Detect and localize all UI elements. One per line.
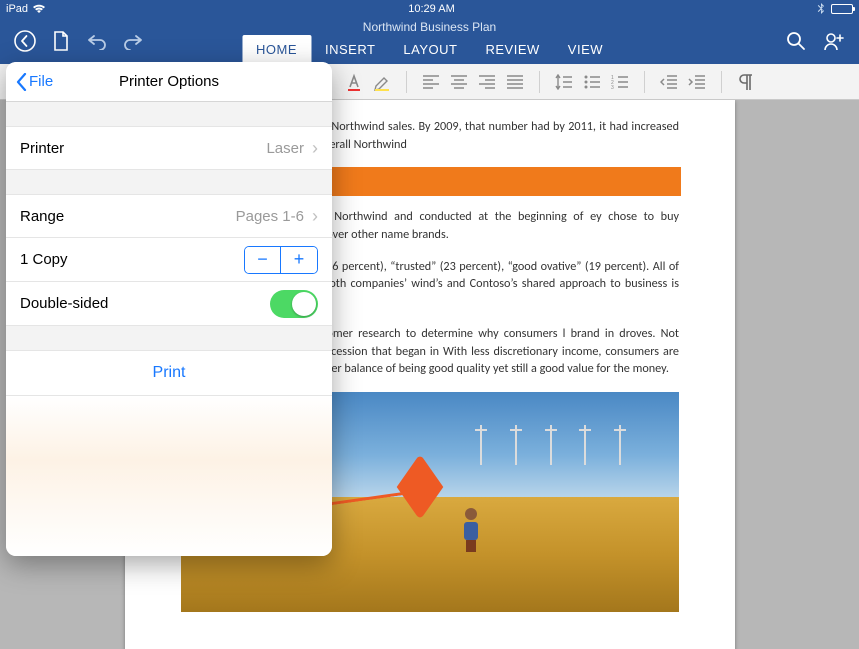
copies-label: 1 Copy	[20, 251, 68, 268]
child-illustration	[460, 508, 482, 550]
status-bar: iPad 10:29 AM	[0, 0, 859, 18]
double-sided-toggle[interactable]	[270, 290, 318, 318]
ribbon-tabs: HOME INSERT LAYOUT REVIEW VIEW	[242, 35, 617, 64]
tab-view[interactable]: VIEW	[554, 35, 617, 64]
separator	[539, 71, 540, 93]
separator	[721, 71, 722, 93]
back-to-file-button[interactable]: File	[6, 73, 63, 91]
chevron-right-icon: ›	[312, 138, 318, 159]
search-button[interactable]	[779, 18, 813, 64]
status-time: 10:29 AM	[46, 3, 817, 15]
align-left-button[interactable]	[417, 68, 445, 96]
numbering-button[interactable]: 123	[606, 68, 634, 96]
copies-row: 1 Copy − +	[6, 238, 332, 282]
tab-insert[interactable]: INSERT	[311, 35, 389, 64]
share-button[interactable]	[817, 18, 851, 64]
file-button[interactable]	[44, 18, 78, 64]
print-button[interactable]: Print	[6, 350, 332, 396]
separator	[644, 71, 645, 93]
font-color-button[interactable]	[340, 68, 368, 96]
printer-value: Laser	[266, 140, 304, 157]
separator	[406, 71, 407, 93]
bluetooth-icon	[817, 3, 825, 15]
tab-home[interactable]: HOME	[242, 35, 311, 64]
line-spacing-button[interactable]	[550, 68, 578, 96]
kite-illustration	[400, 467, 460, 507]
range-value: Pages 1-6	[236, 208, 304, 225]
double-sided-row: Double-sided	[6, 282, 332, 326]
copies-decrement-button[interactable]: −	[245, 247, 281, 273]
svg-text:3: 3	[611, 85, 614, 89]
tab-layout[interactable]: LAYOUT	[389, 35, 471, 64]
back-label: File	[29, 73, 53, 90]
chevron-right-icon: ›	[312, 206, 318, 227]
bullets-button[interactable]	[578, 68, 606, 96]
battery-icon	[831, 4, 853, 14]
align-justify-button[interactable]	[501, 68, 529, 96]
double-sided-label: Double-sided	[20, 295, 108, 312]
copies-stepper: − +	[244, 246, 318, 274]
popover-header: File Printer Options	[6, 62, 332, 102]
range-label: Range	[20, 208, 64, 225]
range-row[interactable]: Range Pages 1-6 ›	[6, 194, 332, 238]
printer-options-popover: File Printer Options Printer Laser › Ran…	[6, 62, 332, 556]
printer-label: Printer	[20, 140, 64, 157]
carrier-label: iPad	[6, 3, 28, 15]
decrease-indent-button[interactable]	[655, 68, 683, 96]
wifi-icon	[32, 4, 46, 14]
back-button[interactable]	[8, 18, 42, 64]
tab-review[interactable]: REVIEW	[471, 35, 553, 64]
copies-increment-button[interactable]: +	[281, 247, 317, 273]
increase-indent-button[interactable]	[683, 68, 711, 96]
highlight-button[interactable]	[368, 68, 396, 96]
align-right-button[interactable]	[473, 68, 501, 96]
undo-button[interactable]	[80, 18, 114, 64]
title-bar: Northwind Business Plan HOME INSERT LAYO…	[0, 18, 859, 64]
align-center-button[interactable]	[445, 68, 473, 96]
printer-row[interactable]: Printer Laser ›	[6, 126, 332, 170]
redo-button[interactable]	[116, 18, 150, 64]
paragraph-marks-button[interactable]	[732, 68, 760, 96]
